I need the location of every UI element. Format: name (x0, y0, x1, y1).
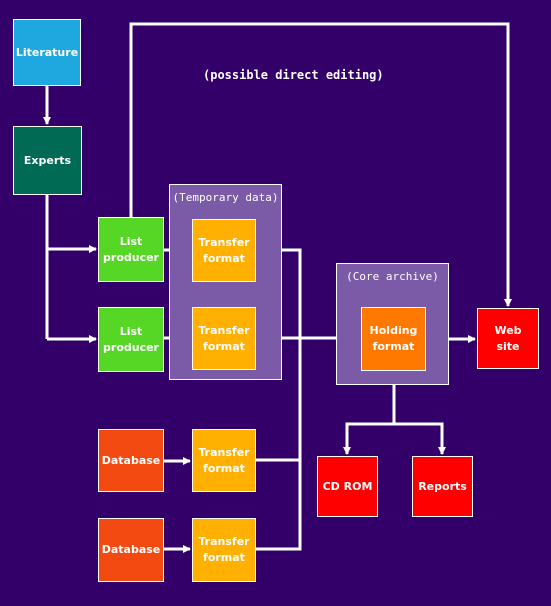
node-label: Experts (23, 153, 72, 167)
node-web-site[interactable]: Web site (477, 308, 539, 369)
node-transfer-format-4[interactable]: Transfer format (192, 518, 256, 582)
node-cd-rom[interactable]: CD ROM (317, 456, 378, 517)
node-holding-format[interactable]: Holding format (361, 307, 426, 371)
node-label: List (119, 324, 143, 338)
node-label: Reports (418, 479, 467, 493)
node-label: Web (494, 323, 522, 337)
node-list-producer-2[interactable]: List producer (98, 307, 164, 372)
node-label: format (203, 339, 245, 353)
node-label: CD ROM (322, 479, 373, 493)
node-literature[interactable]: Literature (13, 19, 81, 86)
node-label: Literature (15, 45, 79, 59)
node-list-producer-1[interactable]: List producer (98, 217, 164, 282)
temporary-data-label: (Temporary data) (172, 191, 279, 204)
node-transfer-format-3[interactable]: Transfer format (192, 429, 256, 492)
node-label: Transfer (198, 535, 250, 548)
node-label: producer (103, 250, 159, 264)
node-database-2[interactable]: Database (98, 518, 164, 582)
node-experts[interactable]: Experts (13, 126, 82, 195)
node-label: Holding (369, 324, 418, 337)
edge-holding-cdrom (343, 422, 394, 455)
core-archive-label: (Core archive) (346, 270, 439, 283)
node-label: Transfer (198, 445, 250, 459)
node-label: Transfer (198, 235, 250, 249)
node-label: producer (103, 340, 159, 354)
node-transfer-format-2[interactable]: Transfer format (192, 307, 256, 370)
node-label: Database (101, 543, 161, 556)
node-label: format (203, 461, 245, 475)
node-label: format (372, 340, 415, 353)
direct-editing-note: (possible direct editing) (203, 68, 384, 82)
node-label: format (203, 551, 245, 564)
node-label: site (496, 339, 520, 353)
node-reports[interactable]: Reports (412, 456, 473, 517)
node-label: List (119, 234, 143, 248)
node-label: Database (101, 453, 161, 467)
node-transfer-format-1[interactable]: Transfer format (192, 219, 256, 282)
node-database-1[interactable]: Database (98, 429, 164, 492)
edge-holding-reports (394, 422, 446, 455)
node-label: format (203, 251, 245, 265)
node-label: Transfer (198, 323, 250, 337)
